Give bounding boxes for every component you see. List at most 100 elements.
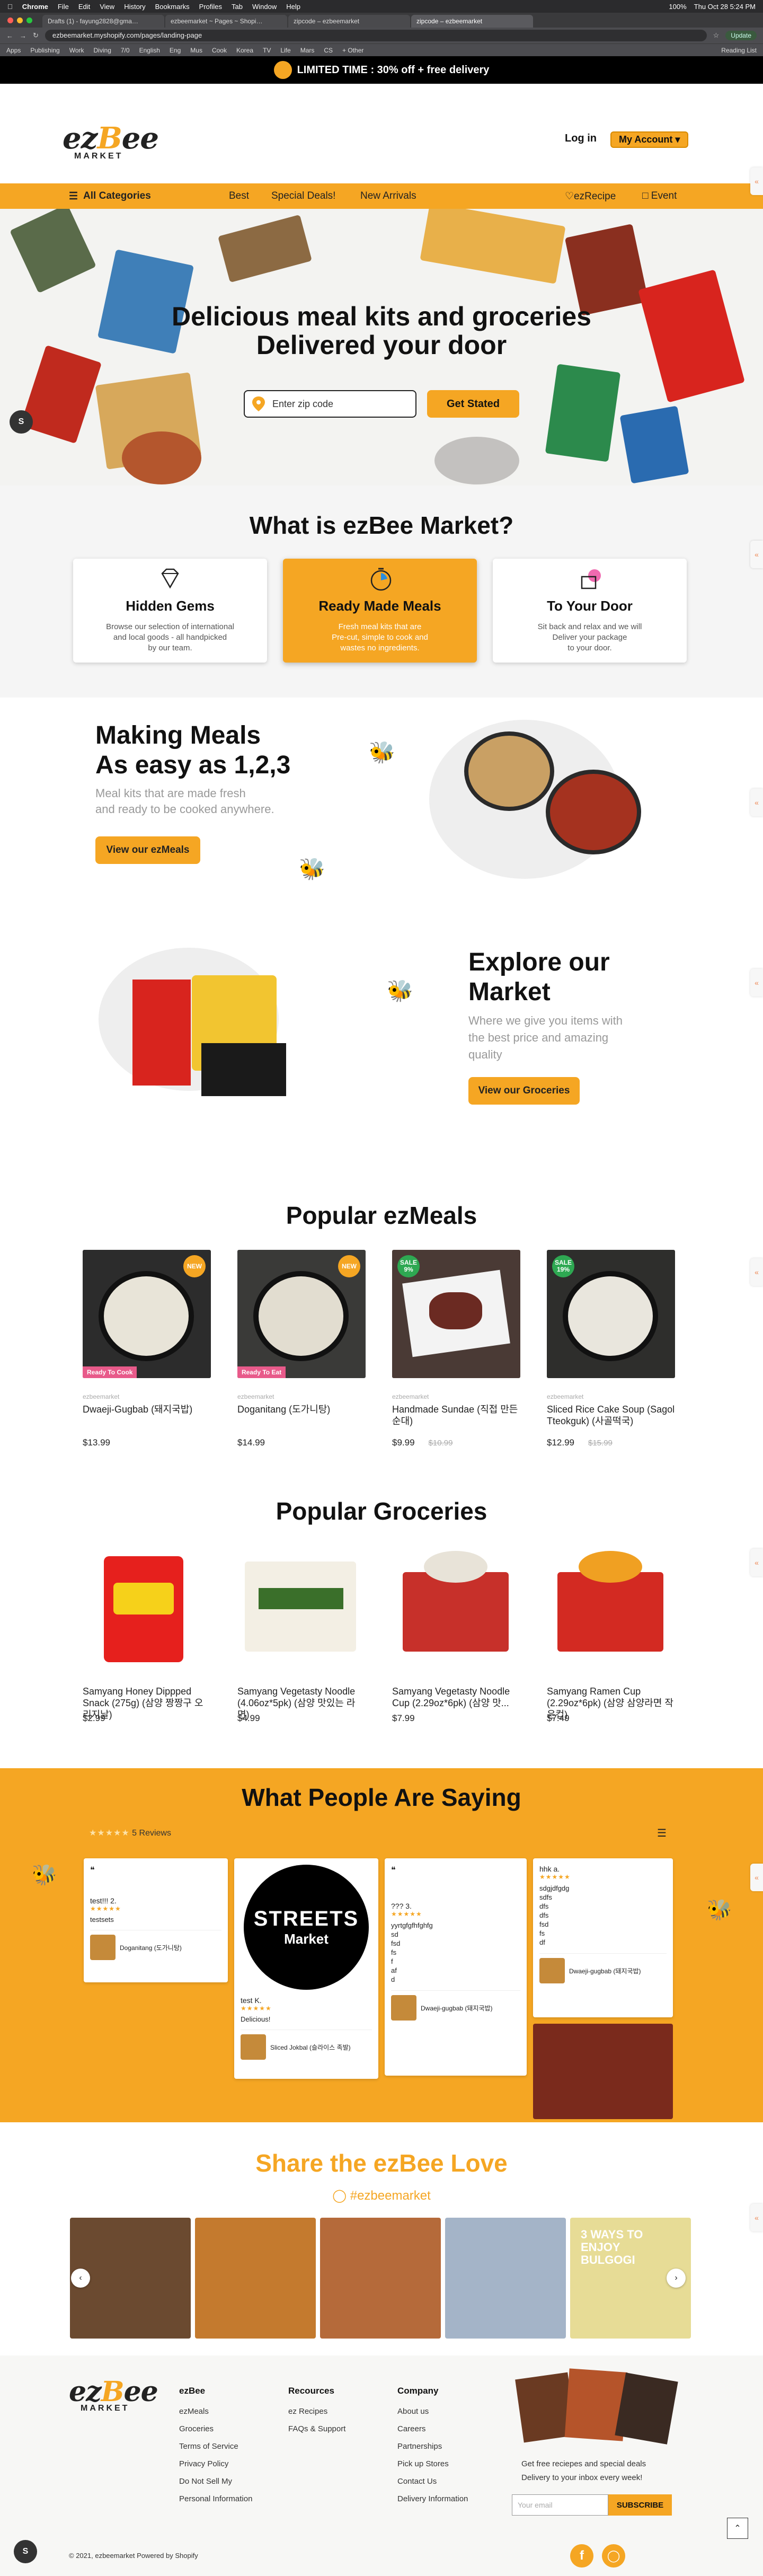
newsletter-email-input[interactable]: Your email [512, 2494, 608, 2516]
instagram-post[interactable] [445, 2218, 566, 2339]
reading-list[interactable]: Reading List [721, 47, 757, 54]
filter-icon[interactable]: ☰ [657, 1827, 667, 1840]
carousel-prev-icon[interactable]: ‹ [71, 2269, 90, 2288]
bookmark-life[interactable]: Life [280, 47, 290, 54]
bookmark-apps[interactable]: Apps [6, 47, 21, 54]
footer-link[interactable]: Personal Information [179, 2490, 252, 2508]
grocery-card[interactable]: Samyang Ramen Cup (2.29oz*6pk) (삼양 삼양라면 … [547, 1546, 675, 1724]
bookmark-other[interactable]: + Other [342, 47, 363, 54]
grocery-card[interactable]: Samyang Vegetasty Noodle Cup (2.29oz*6pk… [392, 1546, 520, 1724]
my-account-button[interactable]: My Account ▾ [610, 131, 689, 148]
product-name[interactable]: Dwaeji-Gugbab (돼지국밥) [83, 1404, 211, 1427]
shopify-bag-icon[interactable]: S [10, 410, 33, 434]
view-ezmeals-button[interactable]: View our ezMeals [95, 836, 200, 864]
review-product[interactable]: Doganitang (도가니탕) [90, 1930, 221, 1960]
grocery-image[interactable] [392, 1546, 520, 1674]
footer-link[interactable]: Privacy Policy [179, 2455, 252, 2473]
nav-best[interactable]: Best [229, 190, 249, 202]
facebook-icon[interactable]: f [570, 2544, 593, 2568]
update-button[interactable]: Update [725, 31, 757, 40]
review-card[interactable]: ❝ ??? 3. ★★★★★ yyrtgfgfhfghfg sd fsd fs f af d… [385, 1858, 527, 2076]
review-card[interactable]: STREETS Market test K. ★★★★★ Delicious! S… [234, 1858, 378, 2079]
menu-tab[interactable]: Tab [232, 3, 243, 11]
product-name[interactable]: Doganitang (도가니탕) [237, 1404, 366, 1427]
footer-link[interactable]: Pick up Stores [397, 2455, 468, 2473]
grocery-image[interactable] [83, 1546, 211, 1674]
menu-window[interactable]: Window [252, 3, 277, 11]
footer-link[interactable]: Groceries [179, 2420, 252, 2438]
nav-special-deals[interactable]: Special Deals! [271, 190, 335, 202]
bookmark-work[interactable]: Work [69, 47, 84, 54]
login-link[interactable]: Log in [565, 133, 597, 145]
review-card[interactable]: hhk a. ★★★★★ sdgjdfgdg sdfs dfs dfs fsd fs df … [533, 1858, 673, 2017]
forward-icon[interactable]: → [20, 32, 26, 40]
site-logo[interactable]: ezBee MARKET [63, 121, 159, 161]
subscribe-button[interactable]: SUBSCRIBE [608, 2494, 672, 2516]
side-tab-arrow-icon[interactable]: « [750, 1864, 763, 1891]
bookmark-korea[interactable]: Korea [236, 47, 253, 54]
menu-help[interactable]: Help [286, 3, 300, 11]
grocery-image[interactable] [547, 1546, 675, 1674]
footer-link[interactable]: FAQs & Support [288, 2420, 345, 2438]
product-name[interactable]: Samyang Ramen Cup (2.29oz*6pk) (삼양 삼양라면 … [547, 1686, 675, 1720]
zip-code-input[interactable]: Enter zip code [244, 390, 416, 418]
side-tab-arrow-icon[interactable]: « [750, 167, 763, 195]
bookmark-publishing[interactable]: Publishing [30, 47, 59, 54]
scroll-top-icon[interactable]: ⌃ [727, 2518, 748, 2539]
reload-icon[interactable]: ↻ [33, 31, 39, 40]
url-input[interactable]: ezbeemarket.myshopify.com/pages/landing-… [45, 30, 707, 41]
product-name[interactable]: Samyang Vegetasty Noodle (4.06oz*5pk) (삼… [237, 1686, 366, 1720]
grocery-card[interactable]: Samyang Honey Dippped Snack (275g) (삼양 짱… [83, 1546, 211, 1724]
grocery-card[interactable]: Samyang Vegetasty Noodle (4.06oz*5pk) (삼… [237, 1546, 366, 1724]
close-window-icon[interactable] [7, 17, 13, 23]
instagram-post[interactable] [195, 2218, 316, 2339]
nav-new-arrivals[interactable]: New Arrivals [360, 190, 416, 202]
bookmark-mars[interactable]: Mars [300, 47, 315, 54]
bookmark-eng[interactable]: Eng [170, 47, 181, 54]
review-summary[interactable]: ★★★★★ 5 Reviews [89, 1828, 171, 1838]
star-icon[interactable]: ☆ [713, 31, 720, 40]
meal-image[interactable]: SALE 9% [392, 1250, 520, 1378]
grocery-image[interactable] [237, 1546, 366, 1674]
review-card[interactable]: ❝ test!!! 2. ★★★★★ testsets Doganitang (… [84, 1858, 228, 1982]
minimize-window-icon[interactable] [17, 17, 23, 23]
bookmark-tv[interactable]: TV [263, 47, 271, 54]
footer-link[interactable]: ezMeals [179, 2403, 252, 2420]
side-tab-arrow-icon[interactable]: « [750, 1549, 763, 1576]
footer-link[interactable]: Do Not Sell My [179, 2473, 252, 2490]
menu-edit[interactable]: Edit [78, 3, 90, 11]
footer-link[interactable]: Delivery Information [397, 2490, 468, 2508]
bookmark-70[interactable]: 7/0 [121, 47, 130, 54]
review-product[interactable]: Sliced Jokbal (슬라이스 족발) [241, 2030, 372, 2060]
menu-app[interactable]: Chrome [22, 3, 48, 11]
side-tab-arrow-icon[interactable]: « [750, 541, 763, 568]
tab-drafts[interactable]: Drafts (1) - fayung2828@gma… [42, 15, 164, 28]
menu-view[interactable]: View [100, 3, 114, 11]
review-photo[interactable] [533, 2024, 673, 2119]
menu-profiles[interactable]: Profiles [199, 3, 222, 11]
meal-image[interactable]: SALE 19% [547, 1250, 675, 1378]
footer-logo[interactable]: ezBee MARKET [69, 2376, 158, 2413]
side-tab-arrow-icon[interactable]: « [750, 969, 763, 996]
product-name[interactable]: Samyang Honey Dippped Snack (275g) (삼양 짱… [83, 1686, 211, 1720]
apple-icon[interactable]:  [7, 3, 13, 11]
meal-card[interactable]: SALE 9% ezbeemarket Handmade Sundae (직접 … [392, 1250, 520, 1448]
bookmark-english[interactable]: English [139, 47, 160, 54]
footer-link[interactable]: Careers [397, 2420, 468, 2438]
footer-link[interactable]: Contact Us [397, 2473, 468, 2490]
carousel-next-icon[interactable]: › [667, 2269, 686, 2288]
side-tab-arrow-icon[interactable]: « [750, 2204, 763, 2231]
instagram-post[interactable] [320, 2218, 441, 2339]
menu-history[interactable]: History [124, 3, 145, 11]
meal-card[interactable]: NEW Ready To Eat ezbeemarket Doganitang (… [237, 1250, 366, 1448]
tab-zipcode-1[interactable]: zipcode – ezbeemarket [288, 15, 410, 28]
side-tab-arrow-icon[interactable]: « [750, 1258, 763, 1286]
footer-link[interactable]: Terms of Service [179, 2438, 252, 2455]
meal-card[interactable]: NEW Ready To Cook ezbeemarket Dwaeji-Gugb… [83, 1250, 211, 1448]
all-categories-menu[interactable]: ☰ All Categories [69, 190, 151, 202]
side-tab-arrow-icon[interactable]: « [750, 789, 763, 816]
nav-ezrecipe[interactable]: ♡ezRecipe [565, 190, 616, 202]
back-icon[interactable]: ← [6, 32, 13, 40]
menu-bookmarks[interactable]: Bookmarks [155, 3, 190, 11]
nav-event[interactable]: □ Event [642, 190, 677, 202]
